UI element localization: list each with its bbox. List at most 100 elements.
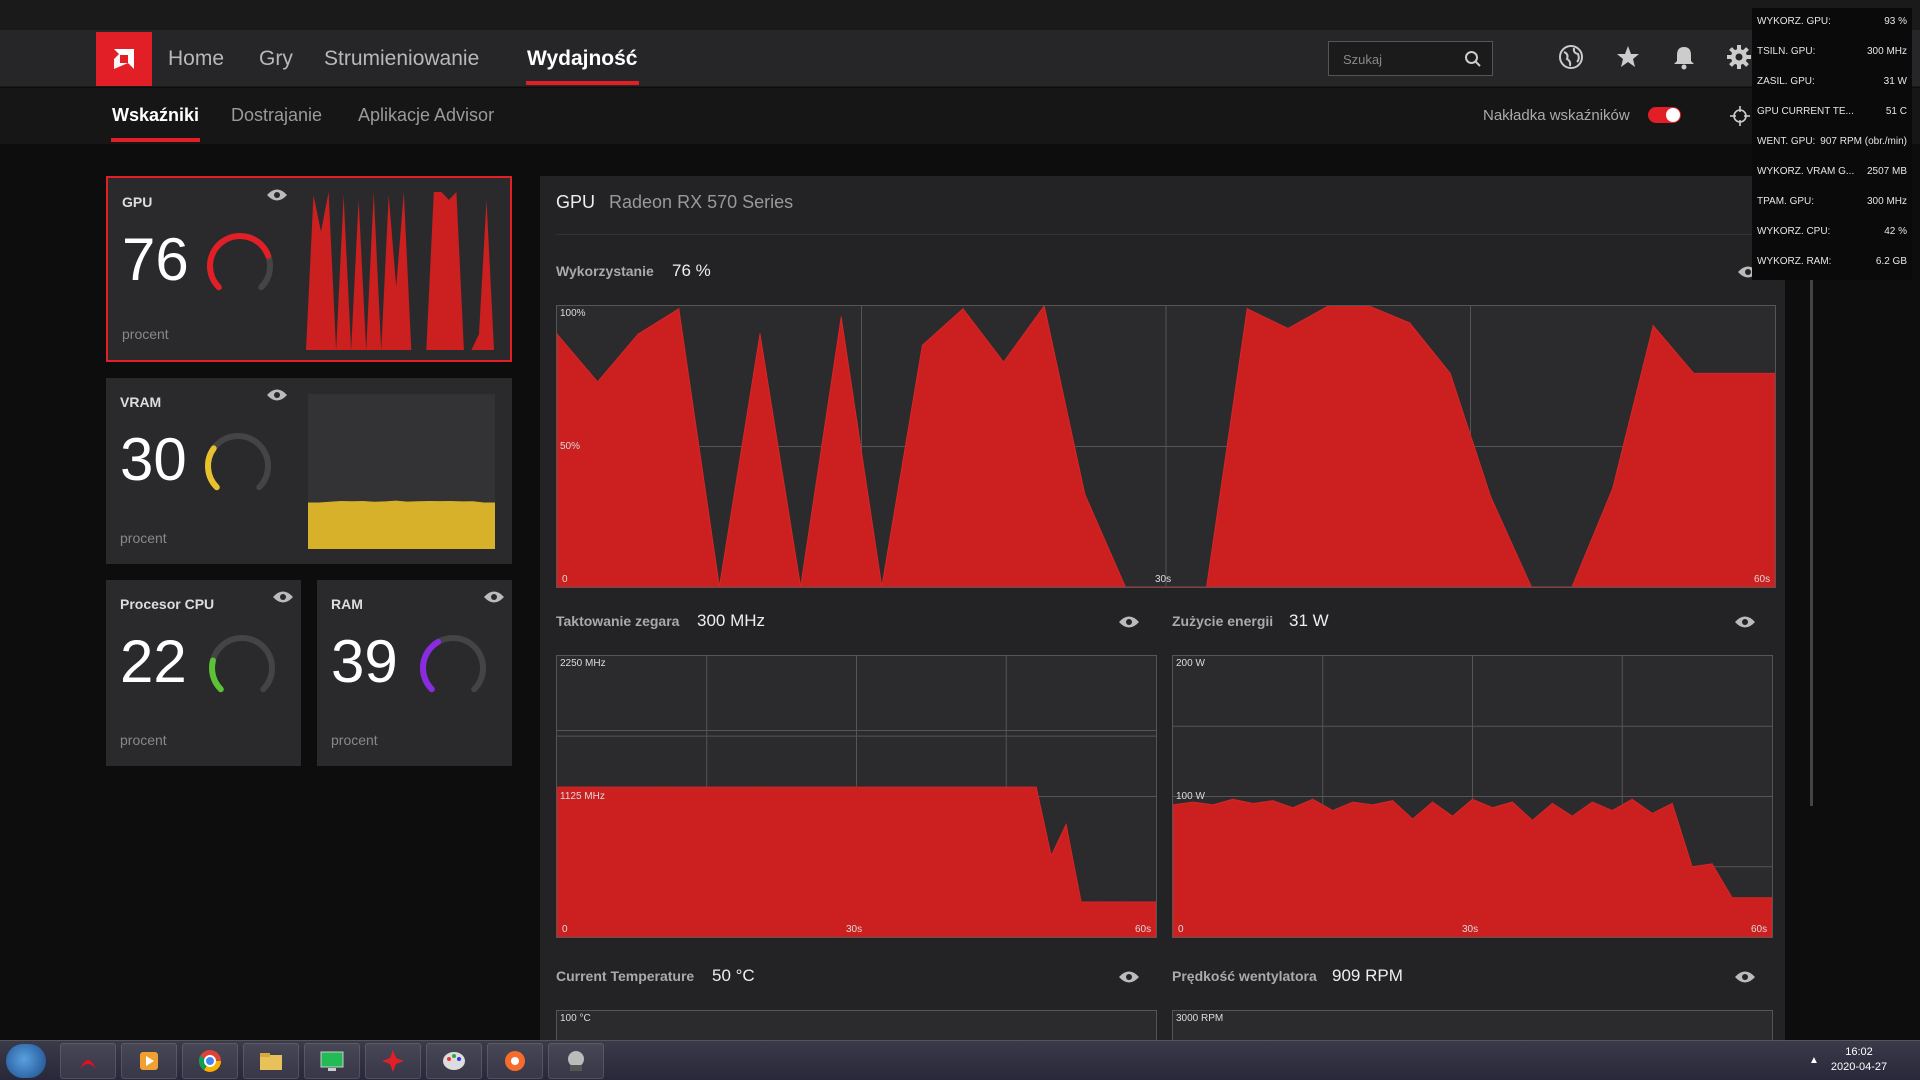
eye-icon[interactable] <box>266 388 288 407</box>
origin-icon[interactable] <box>487 1043 543 1079</box>
eye-icon[interactable] <box>483 590 505 609</box>
usage-label: Wykorzystanie <box>556 263 654 279</box>
tab-tuning[interactable]: Dostrajanie <box>231 105 322 126</box>
data-point <box>1408 322 1411 324</box>
metric-card-ram[interactable]: RAM 39 procent <box>317 580 512 766</box>
data-point <box>1212 804 1214 806</box>
nav-games[interactable]: Gry <box>259 47 293 71</box>
ytick-label: 2250 MHz <box>560 658 606 669</box>
temperature-value: 50 °C <box>712 966 755 985</box>
window-title-bar <box>0 0 1920 30</box>
globe-icon[interactable] <box>1558 44 1584 75</box>
xtick-label: 60s <box>1754 574 1771 585</box>
data-point <box>1095 901 1097 903</box>
card-value: 39 <box>331 628 398 695</box>
sparkline-vram <box>308 394 495 549</box>
data-point <box>1731 896 1733 899</box>
data-point <box>955 786 958 788</box>
nav-home[interactable]: Home <box>168 47 224 71</box>
clock-chart-svg <box>557 656 1156 937</box>
amd-logo-icon[interactable] <box>96 32 152 86</box>
sparkline-area <box>306 192 494 350</box>
gauge-track <box>209 635 275 693</box>
osd-row: TPAM. GPU: 300 MHz <box>1757 196 1907 212</box>
data-point <box>1451 815 1454 817</box>
tab-metrics[interactable]: Wskaźniki <box>112 105 199 126</box>
amd-radeon-icon[interactable] <box>365 1043 421 1079</box>
ytick-label: 1125 MHz <box>560 791 605 802</box>
data-point <box>1084 493 1086 496</box>
file-explorer-icon[interactable] <box>243 1043 299 1079</box>
sparkline-gpu-svg <box>306 192 494 350</box>
sub-navigation: Wskaźniki Dostrajanie Aplikacje Advisor … <box>0 88 1920 144</box>
data-point <box>1351 801 1354 803</box>
eye-icon[interactable] <box>1734 970 1756 989</box>
osd-row: GPU CURRENT TE... 51 C <box>1757 106 1907 122</box>
eye-icon[interactable] <box>1734 615 1756 634</box>
osd-value: 300 MHz <box>1866 46 1907 57</box>
xtick-label: 60s <box>1751 924 1768 935</box>
xtick-label: 30s <box>1155 574 1172 585</box>
metrics-overlay-toggle[interactable] <box>1648 107 1681 123</box>
data-point <box>1652 324 1654 327</box>
game-icon[interactable] <box>548 1043 604 1079</box>
data-point <box>1252 802 1254 805</box>
osd-key: ZASIL. GPU: <box>1757 76 1815 87</box>
sparkline-vram-svg <box>308 500 495 549</box>
data-point <box>1050 855 1052 857</box>
paint-icon[interactable] <box>426 1043 482 1079</box>
taskbar-clock[interactable]: 16:02 2020-04-27 <box>1814 1045 1904 1075</box>
chrome-icon[interactable] <box>182 1043 238 1079</box>
toggle-knob <box>1666 108 1680 122</box>
data-point <box>1165 586 1167 587</box>
ytick-label: 100 °C <box>560 1013 591 1024</box>
start-button-icon[interactable] <box>6 1044 46 1078</box>
favorites-star-icon[interactable] <box>1615 44 1641 75</box>
gauge-icon <box>201 429 275 508</box>
osd-value: 300 MHz <box>1866 196 1907 207</box>
data-point <box>1391 799 1394 802</box>
data-point <box>1246 308 1248 310</box>
area-series <box>557 786 1156 937</box>
eye-icon[interactable] <box>272 590 294 609</box>
clock-date: 2020-04-27 <box>1830 1061 1888 1073</box>
data-point <box>596 381 599 383</box>
nav-performance[interactable]: Wydajność <box>527 47 637 71</box>
search-input[interactable]: Szukaj <box>1328 41 1493 76</box>
eye-icon[interactable] <box>1118 970 1140 989</box>
metric-card-cpu[interactable]: Procesor CPU 22 procent <box>106 580 301 766</box>
top-navigation: Home Gry Strumieniowanie Wydajność Szuka… <box>0 30 1920 87</box>
crosshair-icon[interactable] <box>1729 105 1751 132</box>
data-point <box>1551 802 1554 805</box>
notifications-bell-icon[interactable] <box>1671 44 1697 75</box>
eye-icon[interactable] <box>266 188 288 207</box>
data-point <box>962 308 964 310</box>
data-point <box>1531 819 1534 822</box>
metrics-overlay-label: Nakładka wskaźników <box>1483 107 1630 124</box>
ytick-label: 200 W <box>1176 658 1205 669</box>
search-icon[interactable] <box>1464 50 1482 73</box>
osd-value: 907 RPM (obr./min) <box>1820 136 1907 147</box>
acrobat-icon[interactable] <box>60 1043 116 1079</box>
gauge-icon <box>416 631 490 710</box>
metric-card-gpu[interactable]: GPU 76 procent <box>106 176 512 362</box>
ytick-label: 100% <box>560 308 586 319</box>
settings-gear-icon[interactable] <box>1726 44 1752 75</box>
metric-card-vram[interactable]: VRAM 30 procent <box>106 378 512 564</box>
card-value: 22 <box>120 628 187 695</box>
data-point <box>1651 812 1653 815</box>
ytick-label: 0 <box>562 924 568 935</box>
nav-streaming[interactable]: Strumieniowanie <box>324 47 479 71</box>
data-point <box>1287 327 1289 330</box>
data-point <box>1631 798 1634 801</box>
data-point <box>1733 372 1736 375</box>
gauge-fill <box>205 445 220 491</box>
tab-advisor-apps[interactable]: Aplikacje Advisor <box>358 105 494 126</box>
eye-icon[interactable] <box>1118 615 1140 634</box>
osd-key: TPAM. GPU: <box>1757 196 1815 207</box>
media-player-icon[interactable] <box>121 1043 177 1079</box>
clock-chart: 2250 MHz 1125 MHz 0 30s 60s <box>556 655 1157 938</box>
monitor-app-icon[interactable] <box>304 1043 360 1079</box>
ytick-label: 0 <box>1178 924 1184 935</box>
data-point <box>1035 786 1037 788</box>
